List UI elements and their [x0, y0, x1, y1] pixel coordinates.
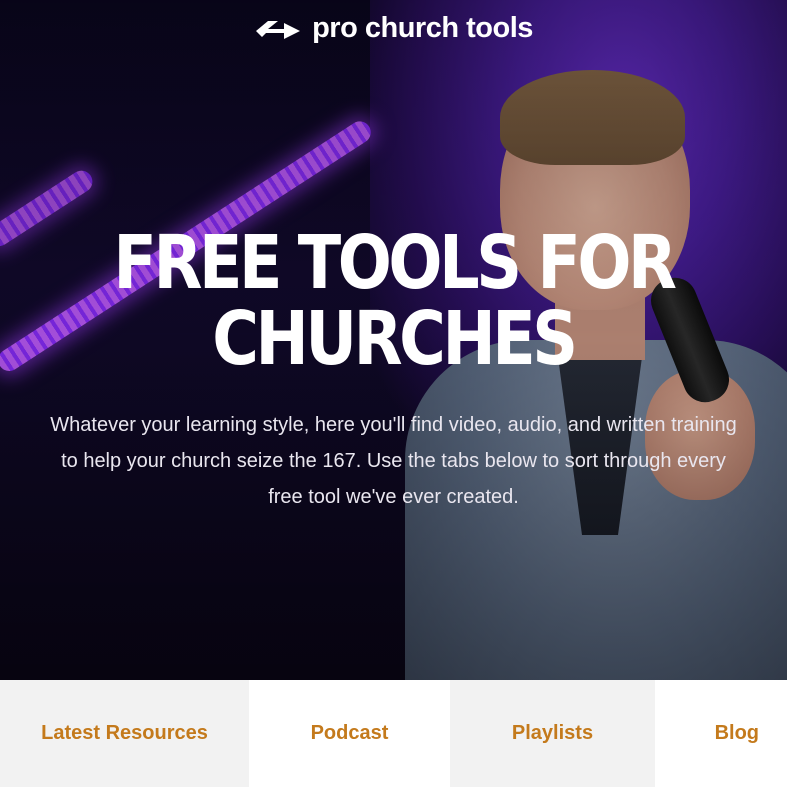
tab-playlists[interactable]: Playlists — [450, 680, 655, 787]
headline-line-1: FREE TOOLS FOR — [113, 220, 677, 306]
resource-tabs: Latest Resources Podcast Playlists Blog — [0, 680, 787, 787]
description-line-1: Whatever your learning style, here you'l… — [50, 414, 737, 436]
page-title: FREE TOOLS FOR CHURCHES — [55, 225, 732, 377]
brand-name: pro church tools — [312, 12, 533, 44]
hero-description: Whatever your learning style, here you'l… — [0, 407, 787, 515]
tab-blog[interactable]: Blog — [655, 680, 787, 787]
tab-podcast[interactable]: Podcast — [249, 680, 450, 787]
arrow-mark-icon — [256, 20, 301, 39]
headline-line-2: CHURCHES — [212, 296, 578, 382]
site-logo[interactable]: pro church tools — [0, 12, 787, 45]
description-line-2: to help your church seize the 167. Use t… — [61, 450, 726, 472]
tab-latest-resources[interactable]: Latest Resources — [0, 680, 249, 787]
hero-section: pro church tools FREE TOOLS FOR CHURCHES… — [0, 0, 787, 680]
description-line-3: free tool we've ever created. — [268, 486, 519, 508]
